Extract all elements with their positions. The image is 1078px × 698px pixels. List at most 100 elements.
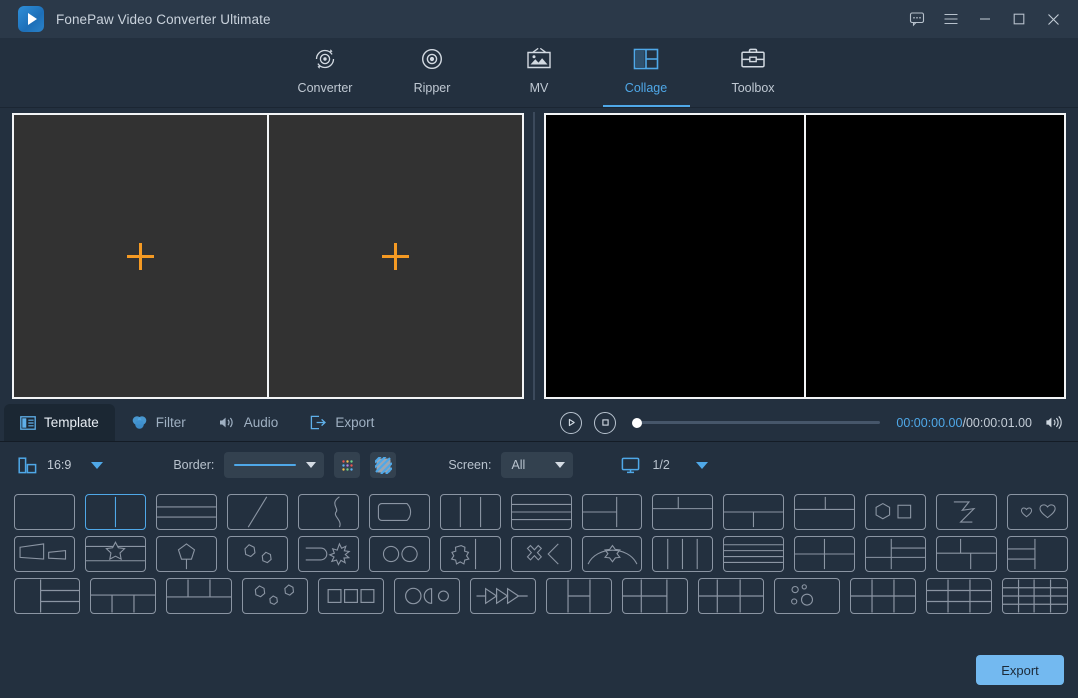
template-row <box>14 578 1068 614</box>
aspect-ratio-group[interactable]: 16:9 <box>18 456 103 475</box>
template-grid-2x3-mixed[interactable] <box>622 578 688 614</box>
speech-bubble-icon <box>909 11 925 27</box>
template-star-band[interactable] <box>85 536 146 572</box>
template-grid-6[interactable] <box>850 578 916 614</box>
template-rounded-shape[interactable] <box>369 494 430 530</box>
screen-select[interactable]: All <box>501 452 573 478</box>
tab-strip: Template Filter Audio Export <box>0 404 540 441</box>
tab-audio[interactable]: Audio <box>202 404 295 441</box>
ripper-disc-icon <box>418 44 446 74</box>
minimize-icon <box>978 12 992 26</box>
template-capsule-burst[interactable] <box>298 536 359 572</box>
template-two-polygons[interactable] <box>227 536 288 572</box>
close-button[interactable] <box>1036 0 1070 38</box>
border-label: Border: <box>173 458 214 472</box>
template-3col[interactable] <box>440 494 501 530</box>
border-pattern-button[interactable] <box>370 452 396 478</box>
nav-item-mv[interactable]: MV <box>486 38 593 107</box>
tab-export[interactable]: Export <box>294 404 390 441</box>
template-row <box>14 536 1068 572</box>
template-bubbles[interactable] <box>774 578 840 614</box>
template-cross-chevron[interactable] <box>511 536 572 572</box>
tab-label: Filter <box>156 415 186 430</box>
add-media-cell-2[interactable] <box>269 115 522 397</box>
screen-group: Screen: All <box>448 452 573 478</box>
template-grid-8[interactable] <box>926 578 992 614</box>
template-curve-split[interactable] <box>298 494 359 530</box>
nav-label: Converter <box>298 81 353 95</box>
template-top-row-bottom-two[interactable] <box>936 536 997 572</box>
export-button[interactable]: Export <box>976 655 1064 685</box>
play-button[interactable] <box>560 412 582 434</box>
aspect-ratio-chevron-down-icon[interactable] <box>91 462 103 469</box>
play-icon <box>567 418 576 427</box>
border-color-button[interactable] <box>334 452 360 478</box>
template-bottom-wide[interactable] <box>723 494 784 530</box>
page-chevron-down-icon[interactable] <box>696 462 708 469</box>
template-single[interactable] <box>14 494 75 530</box>
template-hexagon-square[interactable] <box>865 494 926 530</box>
template-two-hearts[interactable] <box>1007 494 1068 530</box>
template-top-split[interactable] <box>652 494 713 530</box>
stop-button[interactable] <box>594 412 616 434</box>
template-cloud-split[interactable] <box>440 536 501 572</box>
template-pentagon[interactable] <box>156 536 217 572</box>
template-5row[interactable] <box>723 536 784 572</box>
template-grid-2x3b[interactable] <box>698 578 764 614</box>
template-circle-pac-circle[interactable] <box>394 578 460 614</box>
page-group: 1/2 <box>621 457 707 474</box>
collage-editor-canvas <box>12 113 524 399</box>
template-top-wide-bottom-3[interactable] <box>90 578 156 614</box>
border-line-preview <box>234 464 296 466</box>
template-left-wide-right-stack[interactable] <box>14 578 80 614</box>
menu-button[interactable] <box>934 0 968 38</box>
template-diagonal[interactable] <box>227 494 288 530</box>
nav-item-toolbox[interactable]: Toolbox <box>700 38 807 107</box>
nav-item-collage[interactable]: Collage <box>593 38 700 107</box>
hamburger-icon <box>943 11 959 27</box>
template-3row[interactable] <box>156 494 217 530</box>
nav-item-converter[interactable]: Converter <box>272 38 379 107</box>
template-split-grid-5[interactable] <box>546 578 612 614</box>
screen-label: Screen: <box>448 458 491 472</box>
nav-label: MV <box>530 81 549 95</box>
template-grid-10[interactable] <box>1002 578 1068 614</box>
template-left-stack-right-big[interactable] <box>1007 536 1068 572</box>
pane-splitter[interactable] <box>526 108 542 404</box>
template-arrows[interactable] <box>470 578 536 614</box>
volume-button[interactable] <box>1044 415 1064 430</box>
template-three-squares[interactable] <box>318 578 384 614</box>
mv-image-icon <box>524 44 554 74</box>
template-zigzag[interactable] <box>936 494 997 530</box>
plus-icon <box>127 243 154 270</box>
template-4col[interactable] <box>652 536 713 572</box>
tab-filter[interactable]: Filter <box>115 404 202 441</box>
template-row <box>14 494 1068 530</box>
progress-knob[interactable] <box>632 418 642 428</box>
minimize-button[interactable] <box>968 0 1002 38</box>
template-4row[interactable] <box>511 494 572 530</box>
template-three-polygons[interactable] <box>242 578 308 614</box>
nav-item-ripper[interactable]: Ripper <box>379 38 486 107</box>
main-navigation: Converter Ripper MV <box>0 38 1078 108</box>
template-trapezoid-pair[interactable] <box>14 536 75 572</box>
template-two-circles[interactable] <box>369 536 430 572</box>
stop-icon <box>601 418 610 427</box>
template-toolbar: 16:9 Border: Screen: All <box>0 442 1078 488</box>
template-top-3-bottom-wide[interactable] <box>166 578 232 614</box>
border-style-select[interactable] <box>224 452 324 478</box>
nav-label: Toolbox <box>731 81 774 95</box>
template-left-split-right[interactable] <box>582 494 643 530</box>
feedback-button[interactable] <box>900 0 934 38</box>
playback-progress-slider[interactable] <box>632 413 880 433</box>
template-top-wide[interactable] <box>794 494 855 530</box>
template-left-big-right-stack[interactable] <box>865 536 926 572</box>
template-quad[interactable] <box>794 536 855 572</box>
template-2col[interactable] <box>85 494 146 530</box>
time-display: 00:00:00.00/00:00:01.00 <box>896 416 1032 430</box>
template-arch-star[interactable] <box>582 536 643 572</box>
tab-template[interactable]: Template <box>4 404 115 441</box>
color-palette-dots-icon <box>340 458 355 473</box>
add-media-cell-1[interactable] <box>14 115 267 397</box>
maximize-button[interactable] <box>1002 0 1036 38</box>
